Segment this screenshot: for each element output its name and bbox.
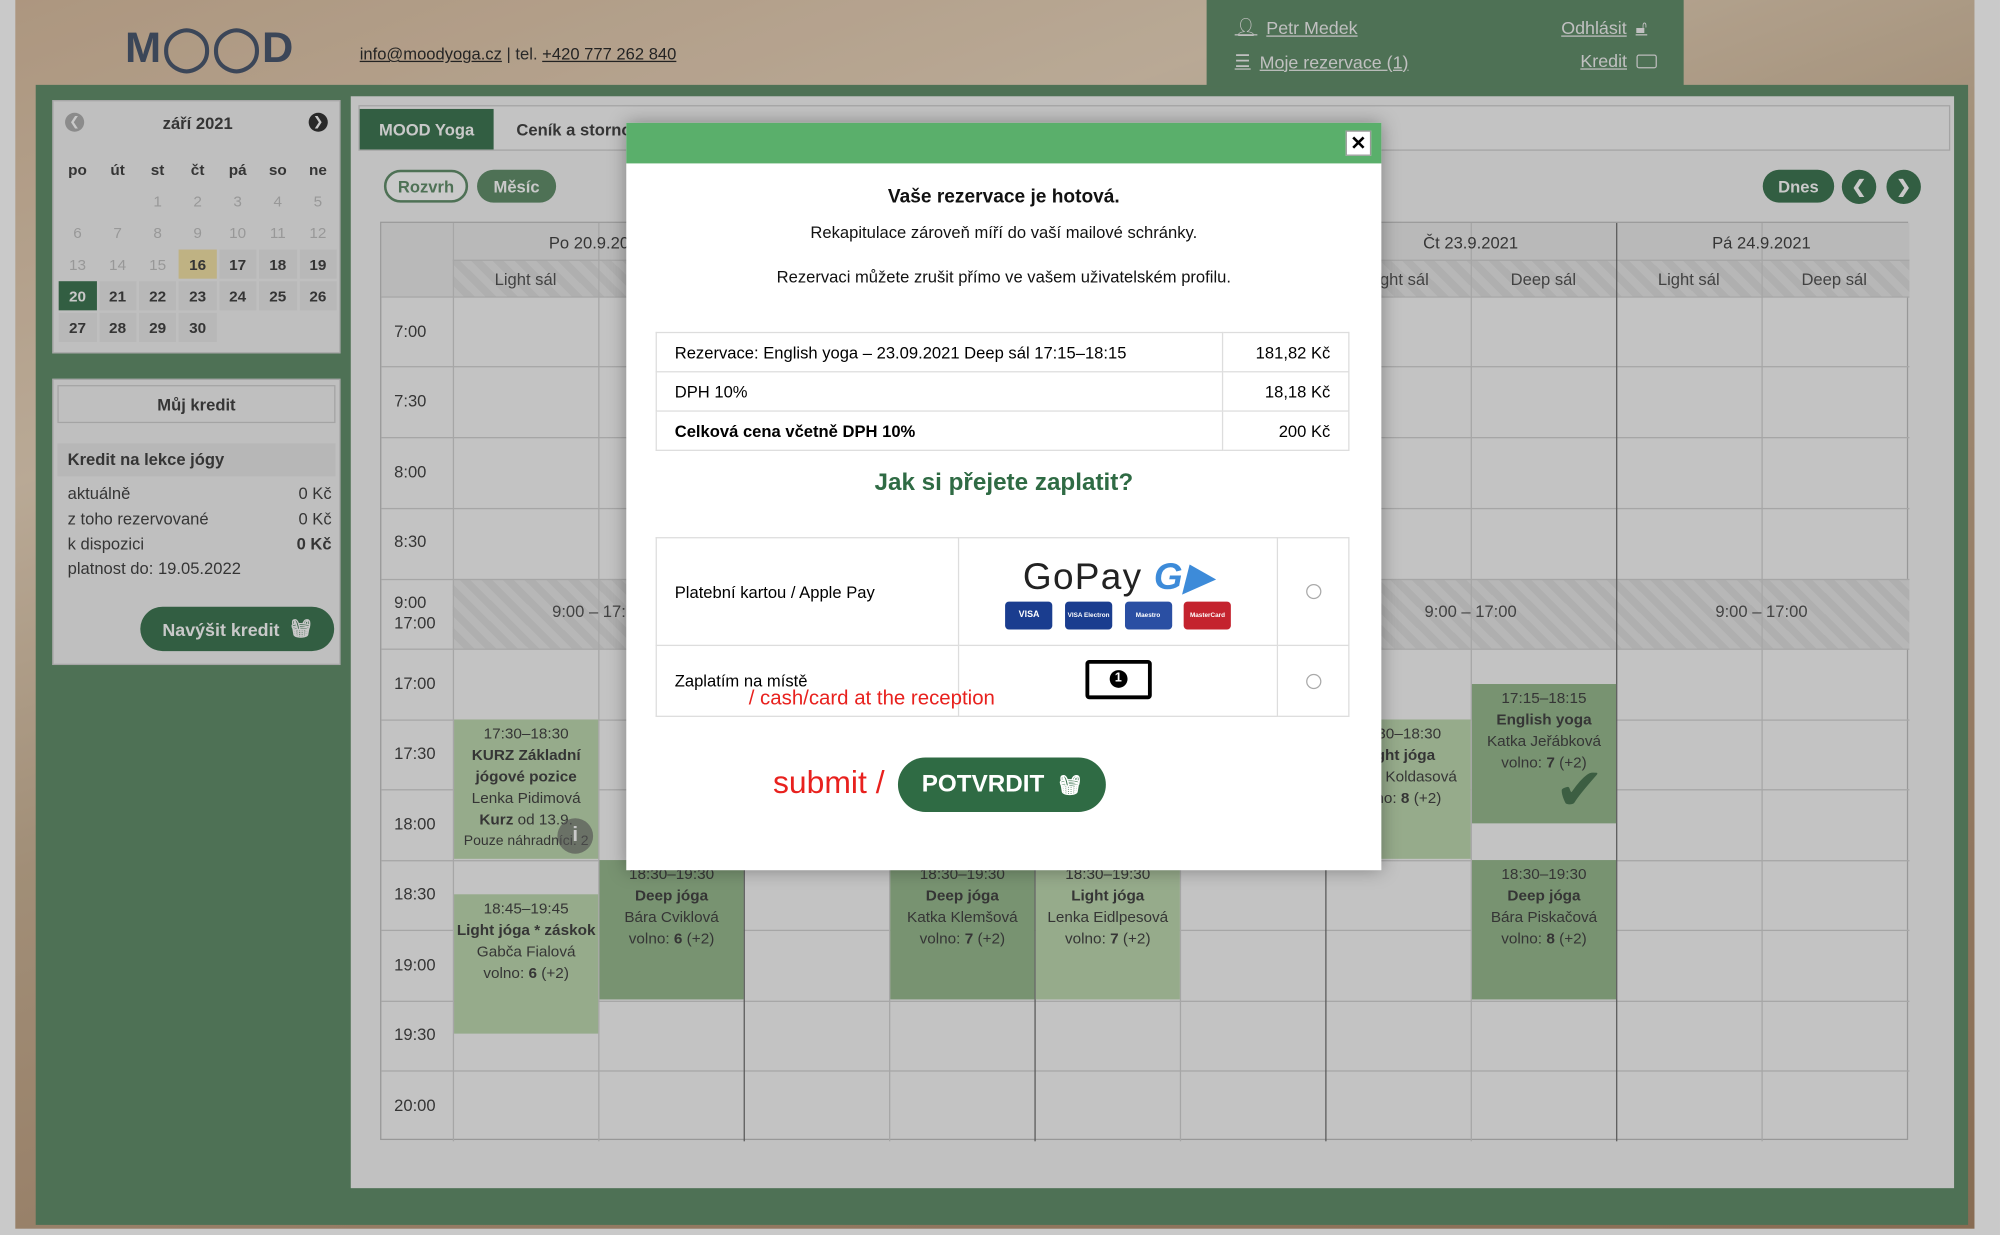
table-row: DPH 10% 18,18 Kč: [655, 371, 1350, 412]
basket-icon: 🧺︎: [1057, 774, 1083, 797]
dialog-line-2: Rezervaci můžete zrušit přímo ve vašem u…: [776, 267, 1231, 287]
dialog-header: ✕: [626, 122, 1382, 164]
summary-value: 181,82 Kč: [1221, 331, 1350, 373]
reservation-confirmation-dialog: ✕ Vaše rezervace je hotová. Rekapitulace…: [626, 122, 1382, 871]
summary-value: 18,18 Kč: [1221, 371, 1350, 412]
confirm-label: POTVRDIT: [921, 770, 1045, 798]
visa-electron-icon: VISA Electron: [1064, 601, 1113, 629]
summary-value: 200 Kč: [1221, 410, 1350, 451]
annotation-cash: / cash/card at the reception: [748, 687, 995, 710]
annotation-submit: submit /: [772, 765, 885, 801]
payment-option-card[interactable]: Platební kartou / Apple Pay GoPay G▶ VIS…: [655, 537, 1350, 647]
summary-label: Rezervace: English yoga – 23.09.2021 Dee…: [655, 331, 1224, 373]
payment-label: Platební kartou / Apple Pay: [655, 537, 960, 647]
pay-question: Jak si přejete zaplatit?: [874, 469, 1134, 497]
dialog-line-1: Rekapitulace zároveň míří do vaší mailov…: [810, 222, 1198, 242]
radio-cell[interactable]: [1276, 644, 1350, 717]
summary-label: DPH 10%: [655, 371, 1224, 412]
gopay-g-icon: G▶: [1153, 556, 1214, 598]
maestro-icon: Maestro: [1124, 601, 1172, 629]
cash-icon: 1: [1085, 659, 1152, 699]
radio-card-payment[interactable]: [1305, 583, 1321, 600]
gopay-brand: GoPay: [1022, 556, 1143, 598]
table-row: Celková cena včetně DPH 10% 200 Kč: [655, 410, 1350, 451]
table-row: Rezervace: English yoga – 23.09.2021 Dee…: [655, 331, 1350, 373]
visa-icon: VISA: [1005, 601, 1053, 629]
radio-cash-payment[interactable]: [1305, 673, 1321, 689]
close-icon[interactable]: ✕: [1345, 130, 1372, 156]
cash-cell: 1: [958, 644, 1279, 717]
mastercard-icon: MasterCard: [1183, 601, 1232, 629]
gopay-logo: GoPay G▶ VISA VISA Electron Maestro Mast…: [958, 537, 1279, 647]
radio-cell[interactable]: [1276, 537, 1350, 647]
confirm-button[interactable]: POTVRDIT 🧺︎: [897, 757, 1106, 812]
price-summary-table: Rezervace: English yoga – 23.09.2021 Dee…: [655, 331, 1350, 451]
dialog-title: Vaše rezervace je hotová.: [887, 186, 1120, 208]
summary-label: Celková cena včetně DPH 10%: [655, 410, 1224, 451]
